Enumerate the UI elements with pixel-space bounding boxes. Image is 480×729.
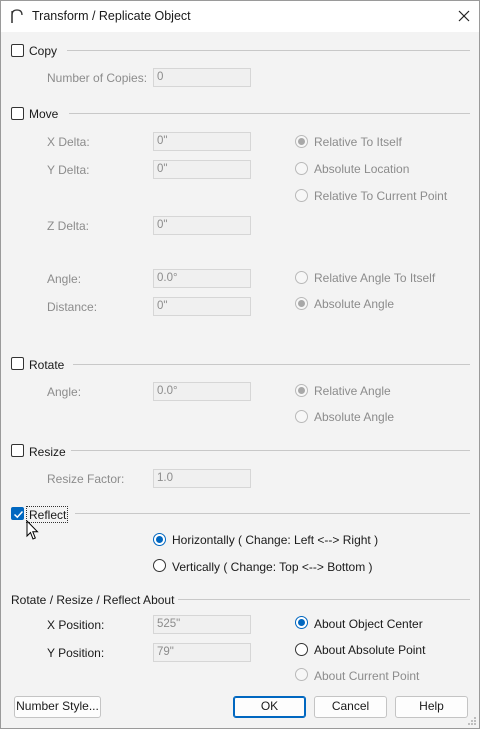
number-of-copies-field[interactable]: 0 [153, 68, 251, 87]
relative-to-current-point-label: Relative To Current Point [314, 189, 448, 203]
rotate-absolute-angle-radio[interactable] [295, 410, 308, 423]
chief-architect-arc-icon [11, 9, 23, 23]
rotate-absolute-angle-label: Absolute Angle [314, 410, 395, 424]
relative-to-itself-radio[interactable] [295, 135, 308, 148]
x-position-label: X Position: [47, 618, 105, 632]
absolute-location-label: Absolute Location [314, 162, 410, 176]
about-absolute-point-radio[interactable] [295, 643, 308, 656]
relative-angle-to-itself-label: Relative Angle To Itself [314, 271, 436, 285]
move-checkbox[interactable] [11, 107, 24, 120]
resize-label: Resize [29, 445, 66, 459]
resize-group-divider [71, 450, 470, 451]
x-delta-field[interactable]: 0" [153, 132, 251, 151]
rotate-angle-field[interactable]: 0.0° [153, 382, 251, 401]
resize-grip-icon[interactable] [467, 716, 477, 726]
reflect-horizontally-label: Horizontally ( Change: Left <--> Right ) [172, 533, 379, 547]
help-button[interactable]: Help [395, 696, 468, 718]
absolute-location-radio[interactable] [295, 162, 308, 175]
reflect-vertically-radio[interactable] [153, 559, 166, 572]
window-title: Transform / Replicate Object [32, 9, 191, 23]
rotate-group-divider [73, 364, 470, 365]
move-angle-field[interactable]: 0.0° [153, 269, 251, 288]
number-style-button[interactable]: Number Style... [14, 696, 101, 718]
copy-group-divider [67, 50, 470, 51]
reflect-checkbox[interactable] [11, 507, 24, 520]
mouse-cursor-icon [26, 520, 39, 540]
z-delta-label: Z Delta: [47, 219, 90, 233]
reflect-vertically-label: Vertically ( Change: Top <--> Bottom ) [172, 560, 373, 574]
y-delta-field[interactable]: 0" [153, 160, 251, 179]
reflect-group-divider [75, 513, 470, 514]
resize-factor-field[interactable]: 1.0 [153, 469, 251, 488]
x-delta-label: X Delta: [47, 135, 90, 149]
ok-button[interactable]: OK [233, 696, 306, 718]
y-position-field[interactable]: 79" [153, 643, 251, 662]
about-absolute-point-label: About Absolute Point [314, 643, 426, 657]
y-position-label: Y Position: [47, 646, 105, 660]
about-current-point-label: About Current Point [314, 669, 420, 683]
about-object-center-radio[interactable] [295, 616, 308, 629]
title-bar: Transform / Replicate Object [1, 1, 479, 32]
rotate-label: Rotate [29, 358, 65, 372]
rotate-angle-label: Angle: [47, 385, 82, 399]
move-group-divider [69, 113, 470, 114]
move-absolute-angle-radio[interactable] [295, 297, 308, 310]
cancel-button[interactable]: Cancel [314, 696, 387, 718]
checkmark-icon [13, 510, 24, 519]
copy-checkbox[interactable] [11, 44, 24, 57]
z-delta-field[interactable]: 0" [153, 216, 251, 235]
relative-angle-radio[interactable] [295, 384, 308, 397]
distance-field[interactable]: 0" [153, 297, 251, 316]
about-current-point-radio[interactable] [295, 668, 308, 681]
close-icon[interactable] [451, 4, 477, 28]
relative-to-current-point-radio[interactable] [295, 189, 308, 202]
relative-angle-to-itself-radio[interactable] [295, 271, 308, 284]
relative-to-itself-label: Relative To Itself [314, 135, 402, 149]
distance-label: Distance: [47, 300, 98, 314]
rotate-checkbox[interactable] [11, 357, 24, 370]
move-angle-label: Angle: [47, 272, 82, 286]
copy-label: Copy [29, 44, 58, 58]
about-object-center-label: About Object Center [314, 617, 423, 631]
number-of-copies-label: Number of Copies: [47, 71, 148, 85]
resize-checkbox[interactable] [11, 444, 24, 457]
move-absolute-angle-label: Absolute Angle [314, 297, 395, 311]
about-group-divider [178, 599, 470, 600]
transform-replicate-dialog: Transform / Replicate Object Copy Number… [0, 0, 480, 729]
y-delta-label: Y Delta: [47, 163, 90, 177]
about-group-label: Rotate / Resize / Reflect About [11, 593, 175, 607]
relative-angle-label: Relative Angle [314, 384, 391, 398]
x-position-field[interactable]: 525" [153, 615, 251, 634]
reflect-horizontally-radio[interactable] [153, 533, 166, 546]
resize-factor-label: Resize Factor: [47, 472, 125, 486]
move-label: Move [29, 107, 59, 121]
